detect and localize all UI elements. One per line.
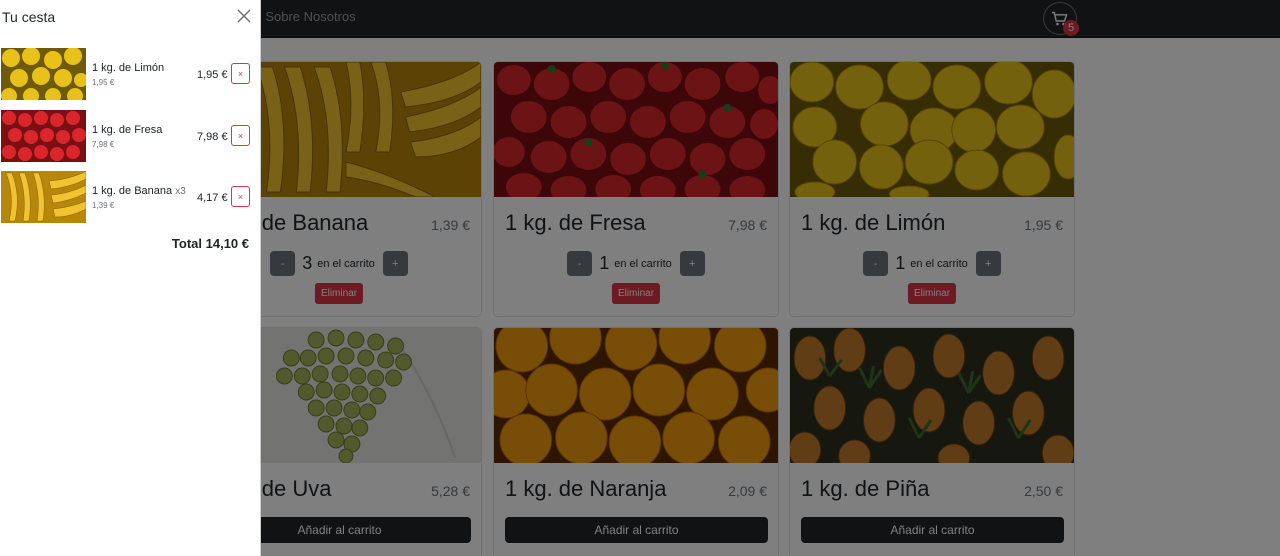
product-image-oranges bbox=[494, 328, 778, 463]
cart-item-total: 4,17 € bbox=[197, 192, 228, 204]
cart-item-image-strawberries bbox=[1, 110, 86, 162]
increase-quantity-button[interactable]: + bbox=[382, 251, 408, 276]
nav-link-sobre-nosotros[interactable]: Sobre Nosotros bbox=[265, 9, 355, 24]
quantity-value: 3 bbox=[302, 253, 313, 273]
cart-offcanvas: Tu cesta 1 kg. de Limón 1,95 € 1,95 € × … bbox=[0, 0, 261, 556]
quantity-label: en el carrito bbox=[614, 257, 672, 270]
cart-item: 1 kg. de Limón 1,95 € 1,95 € × bbox=[1, 48, 259, 100]
decrease-quantity-button[interactable]: - bbox=[270, 251, 296, 276]
cart-item-unit-price: 1,95 € bbox=[92, 78, 115, 87]
quantity-label: en el carrito bbox=[317, 257, 375, 270]
cart-count-badge: 5 bbox=[1063, 20, 1079, 36]
product-image-strawberries bbox=[494, 62, 778, 197]
product-price: 1,39 € bbox=[431, 217, 470, 233]
quantity-control: - 1 en el carrito + bbox=[790, 251, 1074, 276]
cart-item: 1 kg. de Banana x3 1,39 € 4,17 € × bbox=[1, 171, 259, 223]
product-title: 1 kg. de Fresa bbox=[505, 210, 646, 235]
product-price: 2,50 € bbox=[1024, 483, 1063, 499]
product-card-limon: 1 kg. de Limón 1,95 € - 1 en el carrito … bbox=[789, 61, 1075, 317]
product-card-naranja: 1 kg. de Naranja 2,09 € Añadir al carrit… bbox=[493, 327, 779, 556]
quantity-value: 1 bbox=[599, 253, 610, 273]
product-card-fresa: 1 kg. de Fresa 7,98 € - 1 en el carrito … bbox=[493, 61, 779, 317]
quantity-label: en el carrito bbox=[910, 257, 968, 270]
remove-item-button[interactable]: × bbox=[231, 186, 250, 207]
cart-item-quantity: x3 bbox=[175, 186, 186, 197]
close-cart-button[interactable] bbox=[234, 6, 254, 26]
product-price: 1,95 € bbox=[1024, 217, 1063, 233]
close-icon bbox=[237, 9, 251, 23]
remove-item-button[interactable]: × bbox=[231, 125, 250, 146]
product-price: 2,09 € bbox=[728, 483, 767, 499]
product-image-lemons bbox=[790, 62, 1074, 197]
cart-item-name: 1 kg. de Fresa bbox=[92, 124, 163, 136]
quantity-control: - 1 en el carrito + bbox=[494, 251, 778, 276]
product-title: 1 kg. de Limón bbox=[801, 210, 946, 235]
product-image-pineapples bbox=[790, 328, 1074, 463]
cart-item: 1 kg. de Fresa 7,98 € 7,98 € × bbox=[1, 110, 259, 162]
product-price: 7,98 € bbox=[728, 217, 767, 233]
cart-item-name: 1 kg. de Banana x3 bbox=[92, 185, 186, 197]
cart-item-total: 7,98 € bbox=[197, 131, 228, 143]
cart-item-image-bananas bbox=[1, 171, 86, 223]
remove-from-cart-button[interactable]: Eliminar bbox=[314, 283, 364, 304]
remove-from-cart-button[interactable]: Eliminar bbox=[611, 283, 661, 304]
increase-quantity-button[interactable]: + bbox=[975, 251, 1001, 276]
cart-title: Tu cesta bbox=[2, 9, 56, 25]
product-title: 1 kg. de Naranja bbox=[505, 476, 667, 501]
product-price: 5,28 € bbox=[431, 483, 470, 499]
cart-total: Total 14,10 € bbox=[171, 236, 249, 251]
add-to-cart-button[interactable]: Añadir al carrito bbox=[505, 517, 768, 543]
product-card-pina: 1 kg. de Piña 2,50 € Añadir al carrito bbox=[789, 327, 1075, 556]
decrease-quantity-button[interactable]: - bbox=[863, 251, 889, 276]
remove-item-button[interactable]: × bbox=[231, 63, 250, 84]
cart-item-total: 1,95 € bbox=[197, 69, 228, 81]
decrease-quantity-button[interactable]: - bbox=[567, 251, 593, 276]
quantity-value: 1 bbox=[895, 253, 906, 273]
cart-item-name: 1 kg. de Limón bbox=[92, 62, 165, 74]
cart-item-image-lemons bbox=[1, 48, 86, 100]
add-to-cart-button[interactable]: Añadir al carrito bbox=[801, 517, 1064, 543]
increase-quantity-button[interactable]: + bbox=[679, 251, 705, 276]
cart-item-unit-price: 1,39 € bbox=[92, 201, 115, 210]
remove-from-cart-button[interactable]: Eliminar bbox=[907, 283, 957, 304]
product-title: 1 kg. de Piña bbox=[801, 476, 930, 501]
cart-item-unit-price: 7,98 € bbox=[92, 140, 115, 149]
